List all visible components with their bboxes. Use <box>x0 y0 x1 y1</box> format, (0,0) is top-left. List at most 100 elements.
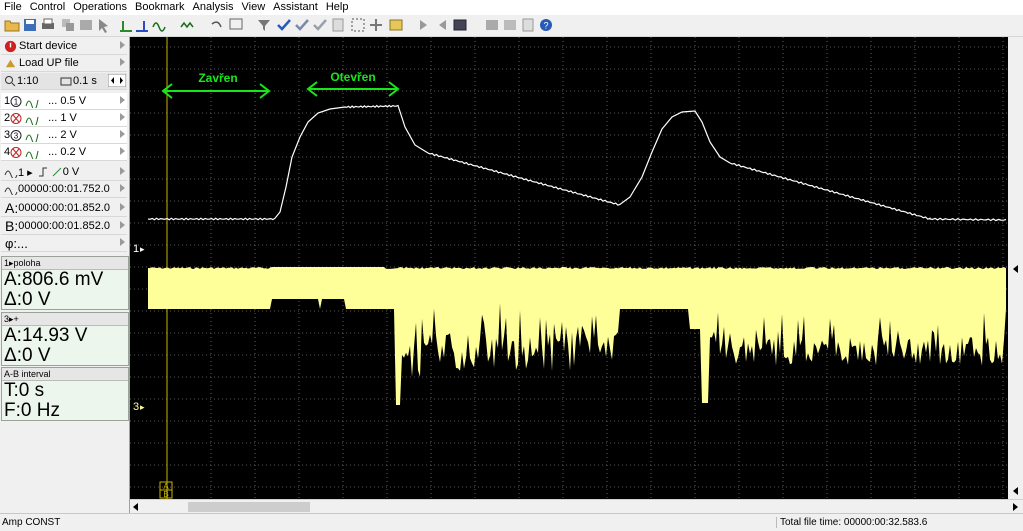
zoom-grid-icon[interactable] <box>228 17 244 33</box>
channel-2-row[interactable]: 2 ... 1 V <box>1 110 127 127</box>
print-icon[interactable] <box>40 17 56 33</box>
help-icon[interactable]: ? <box>538 17 554 33</box>
power-icon <box>4 40 17 52</box>
channel-3-row[interactable]: 3 3 ... 2 V <box>1 127 127 144</box>
status-amp-mode: Amp CONST <box>2 517 61 528</box>
menu-file[interactable]: File <box>0 0 26 15</box>
channel-3-marker[interactable]: 3 <box>133 401 139 413</box>
load-icon <box>5 59 16 67</box>
menu-operations[interactable]: Operations <box>69 0 131 15</box>
copy-icon[interactable] <box>60 17 76 33</box>
measurement-box-3[interactable]: 3▸+ A:14.93 V Δ:0 V <box>1 312 129 366</box>
cursor-b-text: B <box>163 490 168 499</box>
cursor-marker-icon[interactable] <box>118 17 134 33</box>
toolbar: ? <box>0 15 1023 37</box>
chevron-right-icon <box>120 130 125 138</box>
blank-doc-icon[interactable] <box>520 17 536 33</box>
chevron-right-icon <box>120 58 125 66</box>
check-icon[interactable] <box>276 17 292 33</box>
display-mode-icon[interactable] <box>452 17 468 33</box>
menu-view[interactable]: View <box>238 0 270 15</box>
oscilloscope-display[interactable]: A B Zavřen Otevřen 1 ▸ 3 ▸ <box>130 37 1008 499</box>
zoom-value[interactable]: 1:10 <box>17 75 59 87</box>
signal-wave-icon[interactable] <box>152 17 168 33</box>
horizontal-scroll-thumb[interactable] <box>188 502 310 512</box>
trigger-level-icon <box>52 167 62 177</box>
channel-2-scale: ... 1 V <box>48 112 77 124</box>
channel-3-waveform <box>148 267 1006 405</box>
cursor-b-row[interactable]: B: 00000:00:01.852.0 <box>1 218 127 235</box>
save-icon[interactable] <box>22 17 38 33</box>
horizontal-scrollbar[interactable] <box>130 499 1023 514</box>
start-device-button[interactable]: Start device <box>1 38 127 55</box>
channel-3-marker-arrow: ▸ <box>140 402 145 412</box>
vertical-scroll-arrows[interactable] <box>1008 37 1023 499</box>
ab-interval-box[interactable]: A-B interval T:0 s F:0 Hz <box>1 367 129 421</box>
start-device-label: Start device <box>19 40 78 52</box>
channel-1-marker[interactable]: 1 <box>133 243 139 255</box>
menu-assistant[interactable]: Assistant <box>269 0 322 15</box>
measurement-3-delta: Δ:0 V <box>4 345 51 366</box>
layers-icon[interactable] <box>78 17 94 33</box>
zoom-row: 1:10 0.1 s <box>1 73 127 90</box>
cursor-a-row[interactable]: A: 00000:00:01.852.0 <box>1 200 127 217</box>
load-file-label: Load UP file <box>19 57 79 69</box>
undo-icon[interactable] <box>208 17 224 33</box>
horizontal-scroll-track[interactable] <box>130 500 1023 514</box>
cursor-b-label: B: <box>5 218 19 234</box>
label-open: Otevřen <box>330 70 375 84</box>
measurement-box-1[interactable]: 1▸poloha A:806.6 mV Δ:0 V <box>1 256 129 310</box>
menu-analysis[interactable]: Analysis <box>189 0 238 15</box>
check-none-icon[interactable] <box>312 17 328 33</box>
move-icon[interactable] <box>368 17 384 33</box>
svg-text:1: 1 <box>14 97 19 106</box>
timebase-stepper-icon[interactable] <box>108 74 126 87</box>
chevron-right-icon <box>120 96 125 104</box>
pointer-icon[interactable] <box>96 17 112 33</box>
vertical-scrollbar[interactable] <box>1008 37 1023 499</box>
trigger-level: 0 V <box>62 166 80 178</box>
filter-icon[interactable] <box>256 17 272 33</box>
check-all-icon[interactable] <box>294 17 310 33</box>
measurement-1-delta: Δ:0 V <box>4 289 51 310</box>
layout-icon[interactable] <box>502 17 518 33</box>
trigger-source: 1 ▸ <box>18 166 33 179</box>
measurement-1-a: A:806.6 mV <box>4 269 104 290</box>
menu-bookmark[interactable]: Bookmark <box>131 0 189 15</box>
waveform-canvas[interactable]: A B Zavřen Otevřen 1 ▸ 3 ▸ <box>130 37 1008 499</box>
time-position-value: 00000:00:01.752.0 <box>18 183 110 195</box>
chevron-right-icon <box>120 203 125 211</box>
cursor-a-value: 00000:00:01.852.0 <box>18 202 110 214</box>
load-file-button[interactable]: Load UP file <box>1 55 127 72</box>
ab-interval-frequency: F:0 Hz <box>4 400 60 421</box>
status-bar: Amp CONST Total file time: 00000:00:32.5… <box>0 513 1023 531</box>
step-back-icon[interactable] <box>434 17 450 33</box>
menu-control[interactable]: Control <box>26 0 69 15</box>
timebase-value[interactable]: 0.1 s <box>73 75 97 87</box>
label-closed: Zavřen <box>198 71 237 85</box>
page-icon[interactable] <box>330 17 346 33</box>
chart-settings-icon[interactable] <box>388 17 404 33</box>
trigger-edge-icon <box>38 167 47 177</box>
phase-label: φ:... <box>5 235 28 251</box>
time-position-row[interactable]: 00000:00:01.752.0 <box>1 181 127 198</box>
time-position-icon <box>4 187 18 195</box>
trigger-row[interactable]: 1 ▸ 0 V <box>1 164 127 181</box>
chevron-right-icon <box>120 238 125 246</box>
menu-help[interactable]: Help <box>322 0 353 15</box>
channel-2-disabled-icons <box>10 112 39 125</box>
cursor-a-label: A: <box>5 200 19 216</box>
record-icon[interactable] <box>484 17 500 33</box>
channel-4-row[interactable]: 4 ... 0.2 V <box>1 144 127 161</box>
channel-4-scale: ... 0.2 V <box>48 146 87 158</box>
svg-text:3: 3 <box>14 131 19 140</box>
phase-row[interactable]: φ:... <box>1 235 127 252</box>
channel-1-row[interactable]: 1 1 ... 0.5 V <box>1 93 127 110</box>
svg-text:?: ? <box>543 21 548 31</box>
signal-wave-alt-icon[interactable] <box>180 17 196 33</box>
open-folder-icon[interactable] <box>4 17 20 33</box>
step-forward-icon[interactable] <box>416 17 432 33</box>
marker-b-icon[interactable] <box>134 17 150 33</box>
select-region-icon[interactable] <box>350 17 366 33</box>
status-total-file-time: Total file time: 00000:00:32.583.6 <box>776 517 927 528</box>
